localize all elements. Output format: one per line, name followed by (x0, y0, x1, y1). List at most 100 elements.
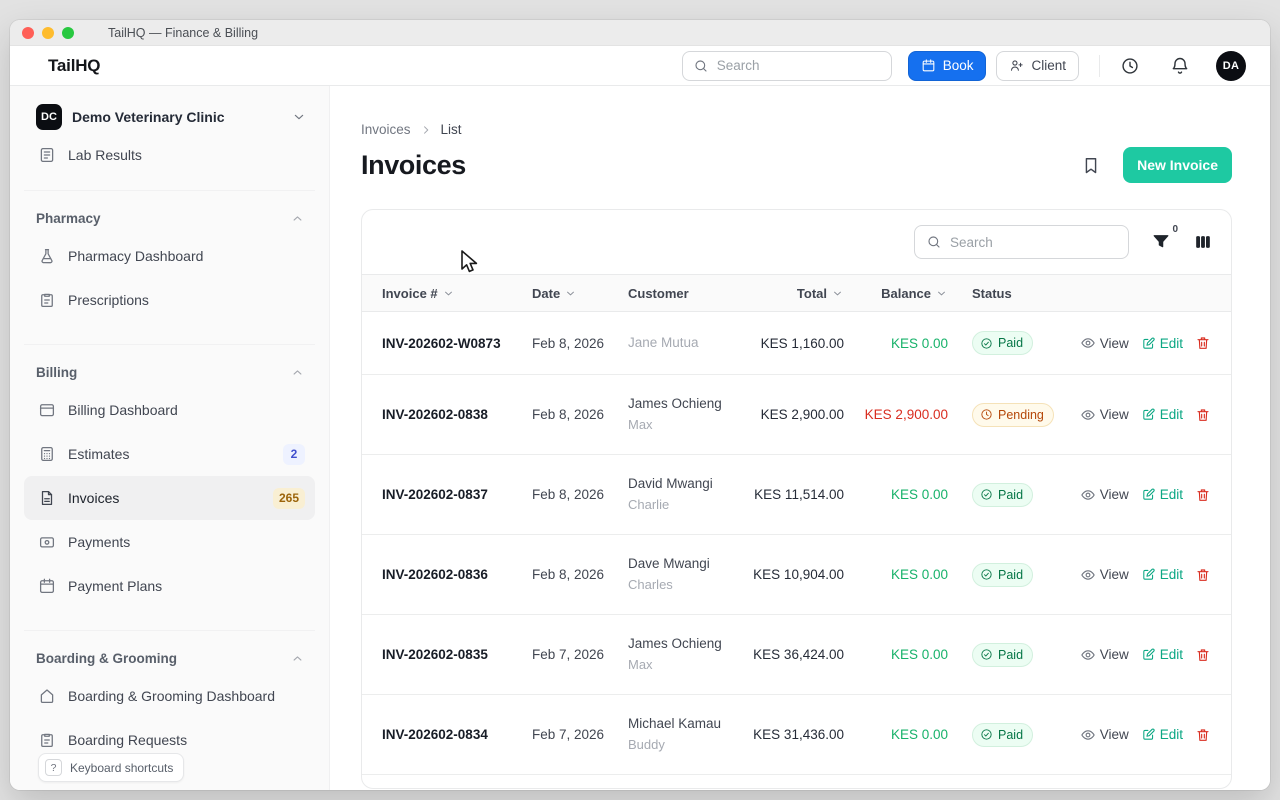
view-button[interactable]: View (1080, 727, 1129, 743)
funnel-icon (1151, 232, 1171, 252)
view-button[interactable]: View (1080, 567, 1129, 583)
sidebar-section-billing[interactable]: Billing (24, 344, 315, 388)
clinic-avatar: DC (36, 104, 62, 130)
check-circle-icon (980, 337, 993, 350)
clinic-selector[interactable]: DC Demo Veterinary Clinic (24, 96, 315, 142)
sort-chevron-icon (564, 287, 577, 300)
delete-button[interactable] (1195, 567, 1211, 583)
invoice-row: INV-202602-W0873 Feb 8, 2026 Jane Mutua … (362, 312, 1231, 375)
breadcrumb: Invoices List (361, 122, 1232, 137)
global-search[interactable] (682, 51, 892, 81)
invoice-date: Feb 7, 2026 (532, 647, 628, 662)
column-header-label: Customer (628, 286, 689, 301)
invoice-balance: KES 0.00 (844, 567, 948, 582)
edit-icon (1141, 487, 1156, 502)
sidebar-item-pharmacy-dashboard[interactable]: Pharmacy Dashboard (24, 234, 315, 278)
book-button[interactable]: Book (908, 51, 987, 81)
global-search-input[interactable] (717, 58, 881, 73)
column-header-date[interactable]: Date (532, 286, 628, 301)
new-invoice-button[interactable]: New Invoice (1123, 147, 1232, 183)
row-actions: View Edit (1076, 407, 1211, 423)
status-label: Paid (998, 568, 1023, 582)
sidebar-section-pharmacy[interactable]: Pharmacy (24, 190, 315, 234)
breadcrumb-list: List (441, 122, 462, 137)
status-cell: Paid (948, 483, 1076, 507)
minimize-window-button[interactable] (42, 27, 54, 39)
count-badge: 265 (273, 488, 305, 509)
edit-button[interactable]: Edit (1141, 727, 1183, 742)
client-button-label: Client (1031, 58, 1066, 73)
sidebar-item-lab-results[interactable]: Lab Results (24, 142, 315, 168)
clipboard-icon (38, 731, 56, 749)
breadcrumb-invoices[interactable]: Invoices (361, 122, 411, 137)
sidebar-section-boarding-grooming[interactable]: Boarding & Grooming (24, 630, 315, 674)
column-header-balance[interactable]: Balance (844, 286, 948, 301)
traffic-lights (22, 27, 74, 39)
zoom-window-button[interactable] (62, 27, 74, 39)
app-logo[interactable]: TailHQ (48, 56, 100, 76)
columns-icon[interactable] (1193, 232, 1213, 252)
close-window-button[interactable] (22, 27, 34, 39)
delete-button[interactable] (1195, 335, 1211, 351)
status-badge: Pending (972, 403, 1054, 427)
table-search-input[interactable] (950, 235, 1117, 250)
invoice-table-body: INV-202602-W0873 Feb 8, 2026 Jane Mutua … (362, 312, 1231, 775)
delete-button[interactable] (1195, 647, 1211, 663)
status-label: Pending (998, 408, 1044, 422)
trash-icon (1195, 407, 1211, 423)
client-button[interactable]: Client (996, 51, 1079, 81)
sort-chevron-icon (831, 287, 844, 300)
view-button[interactable]: View (1080, 407, 1129, 423)
sidebar-item-label: Boarding Requests (68, 732, 187, 748)
trash-icon (1195, 727, 1211, 743)
edit-button[interactable]: Edit (1141, 336, 1183, 351)
edit-button[interactable]: Edit (1141, 487, 1183, 502)
sidebar-section-label: Billing (36, 365, 77, 380)
edit-button[interactable]: Edit (1141, 407, 1183, 422)
pet-name: Charlie (628, 495, 750, 515)
chevron-down-icon (291, 109, 307, 125)
column-header-invoice[interactable]: Invoice # (382, 286, 532, 301)
sidebar-item-billing-dashboard[interactable]: Billing Dashboard (24, 388, 315, 432)
sidebar-item-prescriptions[interactable]: Prescriptions (24, 278, 315, 322)
table-search[interactable] (914, 225, 1129, 259)
keyboard-shortcuts-button[interactable]: ? Keyboard shortcuts (38, 753, 184, 782)
status-label: Paid (998, 488, 1023, 502)
user-avatar[interactable]: DA (1216, 51, 1246, 81)
delete-button[interactable] (1195, 407, 1211, 423)
invoice-total: KES 1,160.00 (750, 336, 844, 351)
view-button[interactable]: View (1080, 335, 1129, 351)
customer-name: James Ochieng (628, 634, 750, 655)
payment-plans-icon (38, 577, 56, 595)
column-header-label: Balance (881, 286, 931, 301)
bell-icon[interactable] (1170, 56, 1190, 76)
status-label: Paid (998, 648, 1023, 662)
delete-button[interactable] (1195, 727, 1211, 743)
search-icon (926, 234, 942, 250)
invoice-number: INV-202602-0838 (382, 407, 532, 422)
invoice-date: Feb 8, 2026 (532, 336, 628, 351)
sidebar-item-payment-plans[interactable]: Payment Plans (24, 564, 315, 608)
flask-icon (38, 247, 56, 265)
page-title: Invoices (361, 150, 466, 181)
chevron-right-icon (419, 123, 433, 137)
edit-button[interactable]: Edit (1141, 567, 1183, 582)
bookmark-icon[interactable] (1081, 155, 1101, 175)
column-header-total[interactable]: Total (750, 286, 844, 301)
view-button[interactable]: View (1080, 647, 1129, 663)
edit-icon (1141, 567, 1156, 582)
invoice-row: INV-202602-0838 Feb 8, 2026 James Ochien… (362, 375, 1231, 455)
pet-name: Max (628, 415, 750, 435)
view-button[interactable]: View (1080, 487, 1129, 503)
calendar-icon (921, 58, 936, 73)
sidebar-item-payments[interactable]: Payments (24, 520, 315, 564)
filter-button[interactable]: 0 (1151, 232, 1171, 252)
sidebar-item-estimates[interactable]: Estimates 2 (24, 432, 315, 476)
sidebar-item-invoices[interactable]: Invoices 265 (24, 476, 315, 520)
clock-icon[interactable] (1120, 56, 1140, 76)
sort-chevron-icon (935, 287, 948, 300)
delete-button[interactable] (1195, 487, 1211, 503)
sidebar-item-boarding-grooming-dashboard[interactable]: Boarding & Grooming Dashboard (24, 674, 315, 718)
edit-button[interactable]: Edit (1141, 647, 1183, 662)
user-plus-icon (1009, 58, 1024, 73)
